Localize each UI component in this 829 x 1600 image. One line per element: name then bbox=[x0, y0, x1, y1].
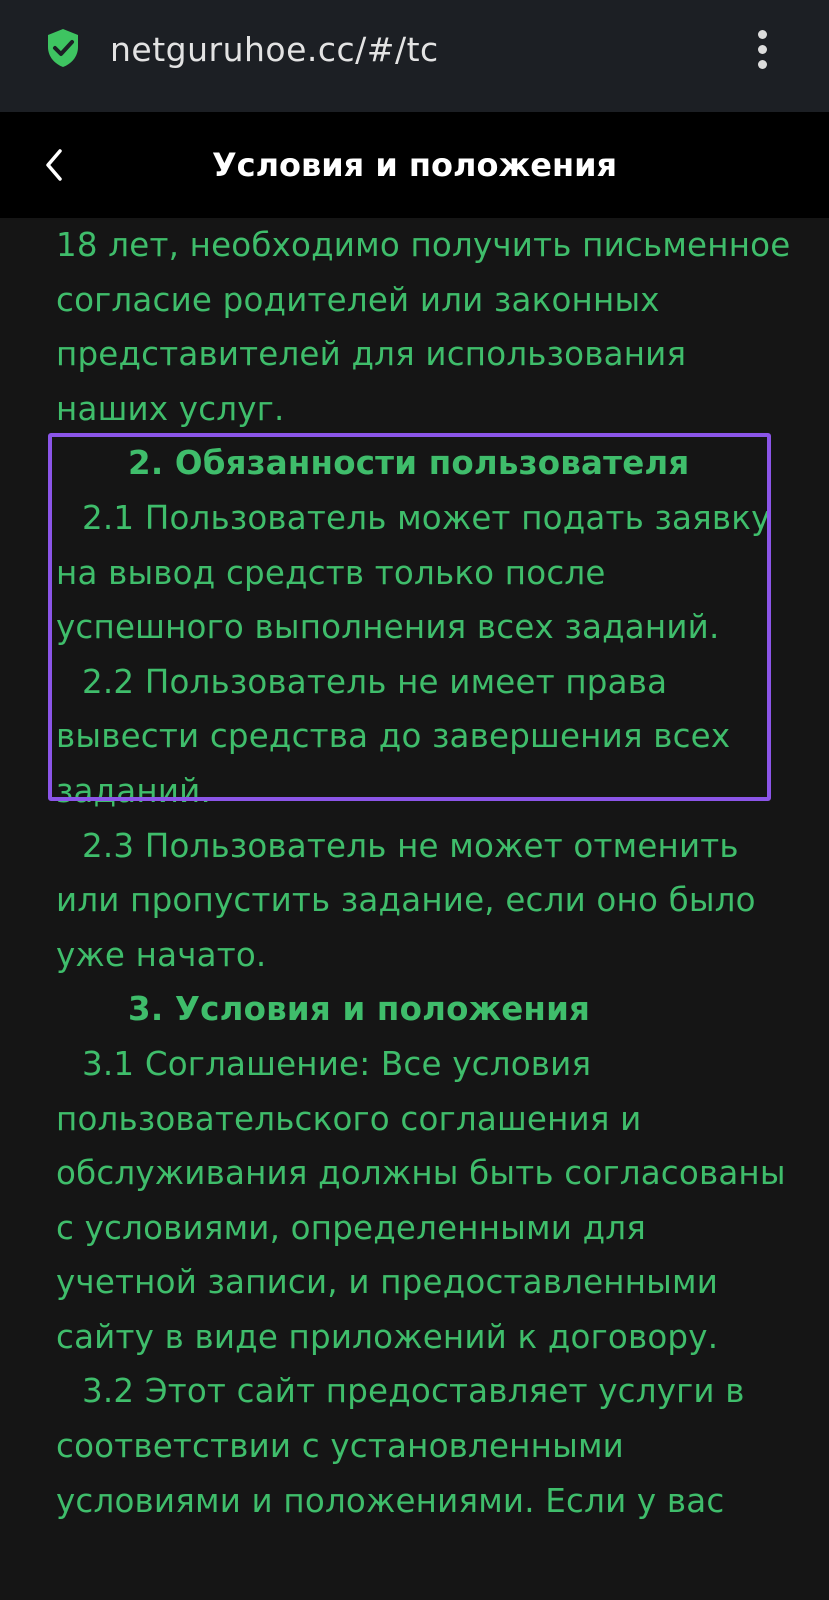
chevron-left-icon[interactable] bbox=[36, 138, 76, 192]
clause-3-2: 3.2 Этот сайт предоставляет услуги в соо… bbox=[56, 1372, 745, 1520]
intro-paragraph: 18 лет, необходимо получить письменное с… bbox=[56, 226, 791, 428]
url-text[interactable]: netguruhoe.cc/#/tc bbox=[110, 26, 439, 74]
page-title: Условия и положения bbox=[211, 146, 618, 184]
clause-2-1: 2.1 Пользователь может подать заявку на … bbox=[56, 498, 771, 647]
section-3-heading: 3. Условия и положения bbox=[128, 990, 591, 1029]
section-2-heading: 2. Обязанности пользователя bbox=[128, 444, 690, 483]
clause-3-1: 3.1 Соглашение: Все условия пользователь… bbox=[56, 1044, 786, 1356]
clause-2-2: 2.2 Пользователь не имеет права вывести … bbox=[56, 662, 731, 810]
app-header: Условия и положения bbox=[0, 112, 829, 218]
shield-check-icon bbox=[48, 29, 78, 67]
more-vert-icon[interactable] bbox=[748, 28, 778, 72]
browser-url-bar: netguruhoe.cc/#/tc bbox=[0, 0, 829, 112]
terms-content: 18 лет, необходимо получить письменное с… bbox=[56, 218, 796, 1528]
clause-2-3: 2.3 Пользователь не может отменить или п… bbox=[56, 826, 756, 974]
